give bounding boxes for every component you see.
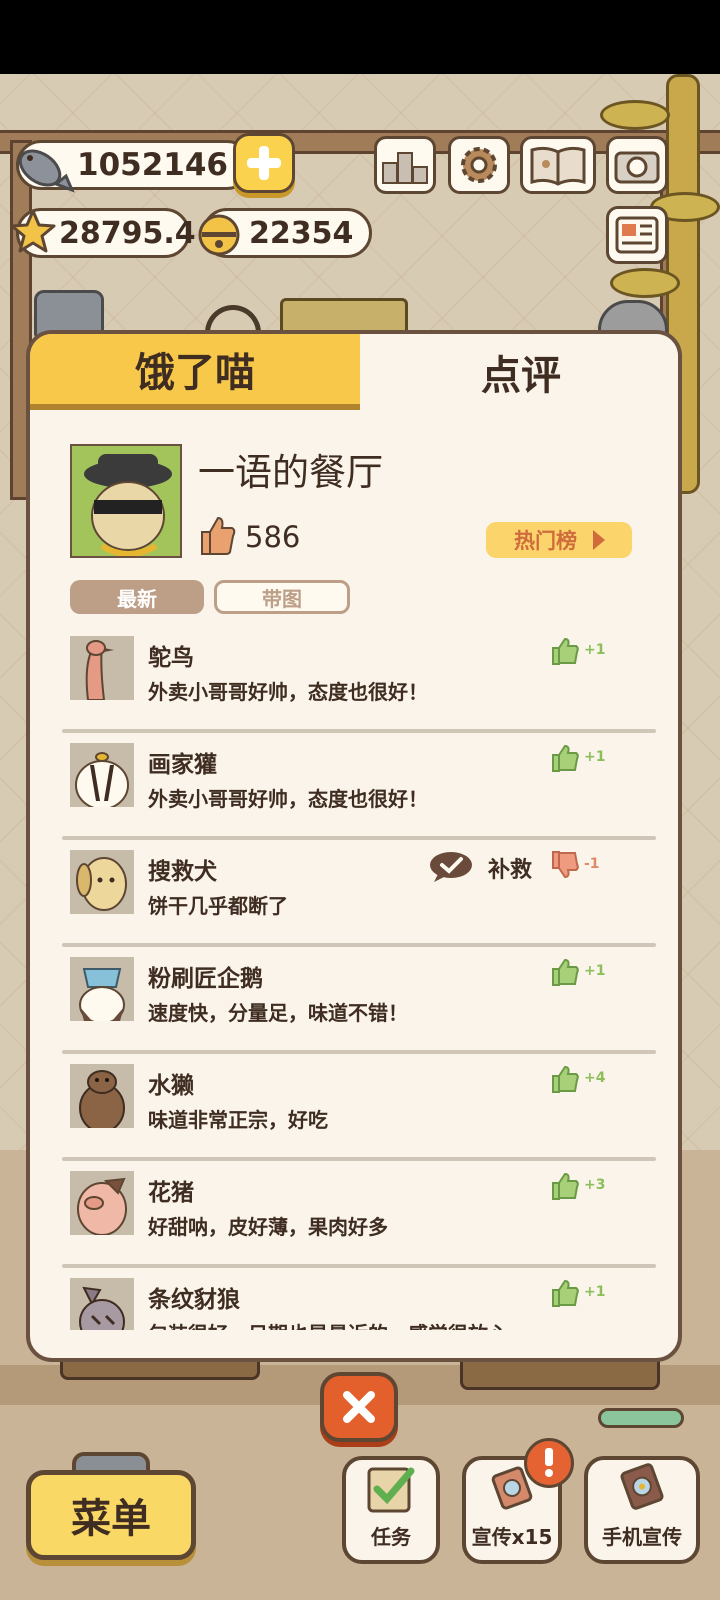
thumbs-down-icon — [552, 851, 579, 879]
restaurant-avatar — [70, 444, 182, 558]
list-item: 条纹豺狼 包装很好，日期也是最近的，感觉很放心 +1 — [56, 1272, 656, 1330]
task-label: 任务 — [371, 1525, 411, 1549]
avatar — [70, 1171, 134, 1235]
close-button[interactable] — [320, 1372, 398, 1442]
plus-icon — [247, 146, 281, 180]
filter-with-pictures[interactable]: 带图 — [214, 580, 350, 614]
ostrich-icon — [70, 636, 134, 700]
promo-label: 宣传x15 — [471, 1525, 553, 1549]
pig-icon — [70, 1171, 134, 1235]
bell-amount: 22354 — [249, 215, 354, 251]
review-score: +1 — [584, 963, 606, 979]
newspaper-icon — [615, 216, 659, 254]
review-score: +3 — [584, 1177, 606, 1193]
thumbs-up-icon — [552, 1065, 579, 1093]
review-score: +1 — [584, 1284, 606, 1300]
menu-button[interactable]: 菜单 — [26, 1470, 196, 1560]
reviewer-name: 粉刷匠企鹅 — [148, 966, 263, 992]
thumbs-up-icon — [552, 1172, 579, 1200]
review-text: 味道非常正宗，好吃 — [148, 1108, 328, 1132]
settings-button[interactable] — [448, 136, 510, 194]
review-list[interactable]: 鸵鸟 外卖小哥哥好帅，态度也很好！ +1 画家獾 外卖小哥哥好帅，态度也很好！ — [56, 630, 656, 1330]
review-score: +1 — [584, 749, 606, 765]
review-text: 饼干几乎都断了 — [148, 894, 288, 918]
progress-indicator — [598, 1408, 684, 1428]
review-text: 外卖小哥哥好帅，态度也很好！ — [148, 680, 428, 704]
phone-flyer-icon — [620, 1463, 664, 1510]
avatar — [70, 957, 134, 1021]
add-fish-button[interactable] — [233, 133, 295, 193]
restaurant-name: 一语的餐厅 — [198, 451, 383, 494]
cat-with-sunglasses-icon — [72, 446, 180, 556]
avatar — [70, 743, 134, 807]
camera-icon — [614, 151, 660, 184]
review-score: +1 — [584, 642, 606, 658]
leaf-decoration — [610, 268, 680, 298]
review-score: -1 — [584, 856, 600, 872]
newspaper-button[interactable] — [606, 206, 668, 264]
list-item: 画家獾 外卖小哥哥好帅，态度也很好！ +1 — [56, 737, 656, 844]
review-panel: 饿了喵 点评 一语的餐厅 586 热门榜 最新 带图 鸵鸟 外卖小哥哥好帅，态度… — [26, 330, 682, 1362]
list-item: 搜救犬 饼干几乎都断了 补救 -1 — [56, 844, 656, 951]
podium-icon — [382, 152, 428, 184]
thumbs-up-icon — [552, 637, 579, 665]
badger-icon — [70, 743, 134, 807]
fish-amount: 1052146 — [77, 147, 228, 183]
reviewer-name: 花猪 — [148, 1180, 194, 1206]
review-text: 包装很好，日期也是最近的，感觉很放心 — [148, 1318, 508, 1330]
leaf-decoration — [600, 100, 670, 130]
alert-badge — [524, 1438, 574, 1488]
book-icon — [530, 146, 586, 186]
star-icon — [10, 209, 56, 253]
hot-list-button[interactable]: 热门榜 — [486, 522, 632, 558]
phone-promo-label: 手机宣传 — [602, 1525, 682, 1549]
guide-book-button[interactable] — [520, 136, 596, 194]
filter-latest[interactable]: 最新 — [70, 580, 204, 614]
thumbs-up-icon — [552, 1279, 579, 1307]
likes-count: 586 — [245, 520, 301, 554]
list-item: 水獭 味道非常正宗，好吃 +4 — [56, 1058, 656, 1165]
ranking-button[interactable] — [374, 136, 436, 194]
reviewer-name: 画家獾 — [148, 752, 217, 778]
thumbs-up-icon — [201, 516, 236, 555]
task-button[interactable]: 任务 — [342, 1456, 440, 1564]
list-item: 花猪 好甜呐，皮好薄，果肉好多 +3 — [56, 1165, 656, 1272]
exclamation-icon — [545, 1448, 553, 1477]
review-text: 速度快，分量足，味道不错！ — [148, 1001, 408, 1025]
reviewer-name: 条纹豺狼 — [148, 1287, 240, 1313]
remedy-button[interactable]: 补救 — [488, 852, 532, 884]
review-text: 外卖小哥哥好帅，态度也很好！ — [148, 787, 428, 811]
star-amount: 28795.4 — [59, 215, 196, 251]
bell-icon — [198, 214, 240, 256]
status-bar — [0, 0, 720, 74]
gear-icon — [461, 147, 497, 183]
avatar — [70, 636, 134, 700]
hot-list-label: 热门榜 — [514, 529, 577, 553]
arrow-right-icon — [593, 530, 605, 550]
reviewer-name: 搜救犬 — [148, 859, 217, 885]
review-text: 好甜呐，皮好薄，果肉好多 — [148, 1215, 388, 1239]
list-item: 鸵鸟 外卖小哥哥好帅，态度也很好！ +1 — [56, 630, 656, 737]
thumbs-up-icon — [552, 744, 579, 772]
otter-icon — [70, 1064, 134, 1128]
reviewer-name: 水獭 — [148, 1073, 194, 1099]
dog-icon — [70, 850, 134, 914]
tab-hungry-meow[interactable]: 饿了喵 — [30, 334, 360, 410]
close-icon — [343, 1391, 375, 1423]
avatar — [70, 850, 134, 914]
avatar — [70, 1064, 134, 1128]
checklist-icon — [367, 1467, 415, 1513]
camera-button[interactable] — [606, 136, 668, 194]
penguin-icon — [70, 957, 134, 1021]
tab-reviews[interactable]: 点评 — [360, 334, 678, 410]
reviewer-name: 鸵鸟 — [148, 645, 194, 671]
review-score: +4 — [584, 1070, 606, 1086]
fish-icon — [18, 149, 75, 193]
avatar — [70, 1278, 134, 1330]
thumbs-up-icon — [552, 958, 579, 986]
phone-promo-button[interactable]: 手机宣传 — [584, 1456, 700, 1564]
chat-check-icon[interactable] — [428, 850, 474, 884]
striped-hyena-icon — [70, 1278, 134, 1330]
list-item: 粉刷匠企鹅 速度快，分量足，味道不错！ +1 — [56, 951, 656, 1058]
